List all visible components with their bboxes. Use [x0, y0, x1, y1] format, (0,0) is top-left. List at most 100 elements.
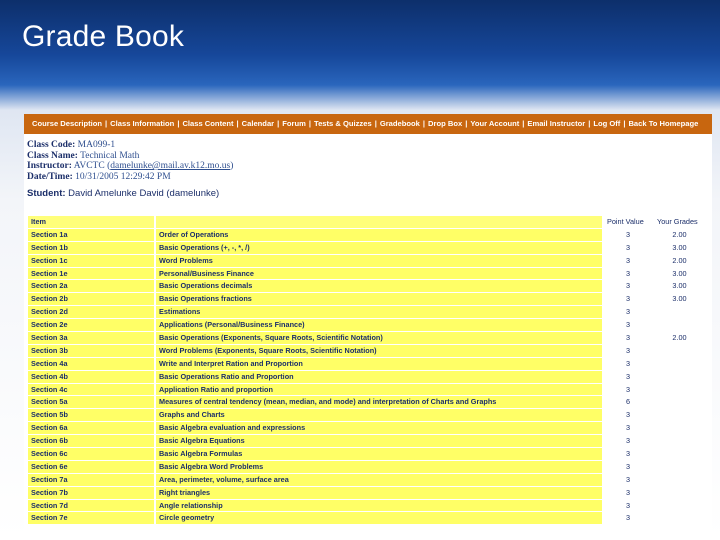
item-cell: Section 2d: [28, 305, 156, 320]
title-cell: Angle relationship: [155, 499, 604, 513]
item-cell: Section 5b: [28, 408, 156, 423]
table-row: Section 1e Personal/Business Finance 3 3.00: [28, 267, 707, 281]
table-row: Section 6c Basic Algebra Formulas 3: [28, 447, 707, 461]
nav-link[interactable]: Class Content: [182, 119, 233, 128]
datetime-label: Date/Time:: [27, 171, 73, 182]
title-cell: Order of Operations: [155, 228, 604, 242]
title-cell: Basic Operations (Exponents, Square Root…: [155, 331, 604, 345]
nav-link[interactable]: Class Information: [110, 119, 174, 128]
grade-cell: [652, 473, 707, 487]
grade-cell: 2.00: [652, 254, 707, 268]
grades-table: Item Point Value Your Grades Section 1a O…: [28, 216, 707, 526]
point-value-cell: 3: [602, 460, 654, 474]
header-item: Item: [28, 216, 156, 229]
grade-cell: 2.00: [652, 228, 707, 242]
point-value-cell: 3: [602, 318, 654, 333]
header-your-grades: Your Grades: [652, 216, 707, 229]
item-cell: Section 4c: [28, 383, 156, 397]
point-value-cell: 3: [602, 267, 654, 281]
table-row: Section 7e Circle geometry 3: [28, 511, 707, 526]
title-cell: Application Ratio and proportion: [155, 383, 604, 397]
title-cell: Basic Operations (+, -, *, /): [155, 241, 604, 255]
class-name-row: Class Name: Technical Math: [27, 151, 712, 162]
instructor-name: AVCTC: [73, 161, 105, 172]
grade-cell: [652, 486, 707, 500]
title-cell: Basic Algebra evaluation and expressions: [155, 421, 604, 436]
instructor-row: Instructor: AVCTC (damelunke@mail.av.k12…: [27, 161, 234, 172]
class-info: Class Code: MA099-1 Class Name: Technica…: [24, 134, 712, 182]
nav-link[interactable]: Back To Homepage: [628, 119, 698, 128]
slide-title: Grade Book: [22, 20, 185, 53]
nav-link[interactable]: Tests & Quizzes: [314, 119, 372, 128]
point-value-cell: 3: [602, 241, 654, 255]
item-cell: Section 2e: [28, 318, 156, 333]
point-value-cell: 3: [602, 254, 654, 268]
nav-link[interactable]: Your Account: [470, 119, 519, 128]
nav-link[interactable]: Forum: [282, 119, 306, 128]
point-value-cell: 3: [602, 228, 654, 242]
nav-link[interactable]: Gradebook: [380, 119, 420, 128]
title-cell: Basic Operations fractions: [155, 292, 604, 307]
point-value-cell: 3: [602, 434, 654, 449]
title-cell: Personal/Business Finance: [155, 267, 604, 281]
grade-cell: 3.00: [652, 292, 707, 307]
table-row: Section 1c Word Problems 3 2.00: [28, 254, 707, 268]
nav-link[interactable]: Drop Box: [428, 119, 462, 128]
grade-cell: [652, 460, 707, 474]
nav-link[interactable]: Log Off: [593, 119, 620, 128]
nav-separator: |: [308, 119, 311, 128]
grade-cell: [652, 344, 707, 358]
grades-header-row: Item Point Value Your Grades: [28, 216, 707, 229]
item-cell: Section 7b: [28, 486, 156, 500]
grade-cell: 2.00: [652, 331, 707, 345]
point-value-cell: 3: [602, 279, 654, 294]
nav-separator: |: [236, 119, 239, 128]
header-title: [155, 216, 604, 229]
table-row: Section 6b Basic Algebra Equations 3: [28, 434, 707, 449]
title-cell: Word Problems: [155, 254, 604, 268]
point-value-cell: 3: [602, 486, 654, 500]
table-row: Section 4b Basic Operations Ratio and Pro…: [28, 370, 707, 384]
item-cell: Section 4b: [28, 370, 156, 384]
nav-link[interactable]: Course Description: [32, 119, 102, 128]
grade-cell: [652, 395, 707, 410]
point-value-cell: 3: [602, 447, 654, 461]
table-row: Section 7a Area, perimeter, volume, surfa…: [28, 473, 707, 487]
nav-separator: |: [422, 119, 426, 128]
point-value-cell: 3: [602, 292, 654, 307]
table-row: Section 3b Word Problems (Exponents, Squa…: [28, 344, 707, 358]
table-row: Section 7d Angle relationship 3: [28, 499, 707, 513]
nav-link[interactable]: Calendar: [242, 119, 275, 128]
table-row: Section 7b Right triangles 3: [28, 486, 707, 500]
title-cell: Word Problems (Exponents, Square Roots, …: [155, 344, 604, 358]
title-cell: Basic Algebra Equations: [155, 434, 604, 449]
item-cell: Section 6e: [28, 460, 156, 474]
table-row: Section 4c Application Ratio and proporti…: [28, 383, 707, 397]
item-cell: Section 6b: [28, 434, 156, 449]
grade-cell: [652, 421, 707, 436]
grade-cell: [652, 370, 707, 384]
grade-cell: [652, 408, 707, 423]
class-code-row: Class Code: MA099-1: [27, 140, 712, 151]
grade-cell: [652, 434, 707, 449]
item-cell: Section 1e: [28, 267, 156, 281]
table-row: Section 6a Basic Algebra evaluation and e…: [28, 421, 707, 436]
nav-separator: |: [105, 119, 108, 128]
instructor-label: Instructor:: [27, 161, 72, 172]
grade-cell: [652, 511, 707, 526]
grade-cell: 3.00: [652, 279, 707, 294]
point-value-cell: 3: [602, 511, 654, 526]
title-cell: Applications (Personal/Business Finance): [155, 318, 604, 333]
instructor-email-link[interactable]: damelunke@mail.av.k12.mo.us: [110, 161, 230, 171]
grade-cell: [652, 383, 707, 397]
nav-link[interactable]: Email Instructor: [527, 119, 585, 128]
table-row: Section 3a Basic Operations (Exponents, S…: [28, 331, 707, 345]
item-cell: Section 6a: [28, 421, 156, 436]
table-row: Section 2d Estimations 3: [28, 305, 707, 320]
point-value-cell: 3: [602, 305, 654, 320]
title-cell: Right triangles: [155, 486, 604, 500]
point-value-cell: 3: [602, 357, 654, 371]
point-value-cell: 6: [602, 395, 654, 410]
grade-cell: 3.00: [652, 267, 707, 281]
datetime-row: Date/Time: 10/31/2005 12:29:42 PM: [27, 172, 712, 183]
